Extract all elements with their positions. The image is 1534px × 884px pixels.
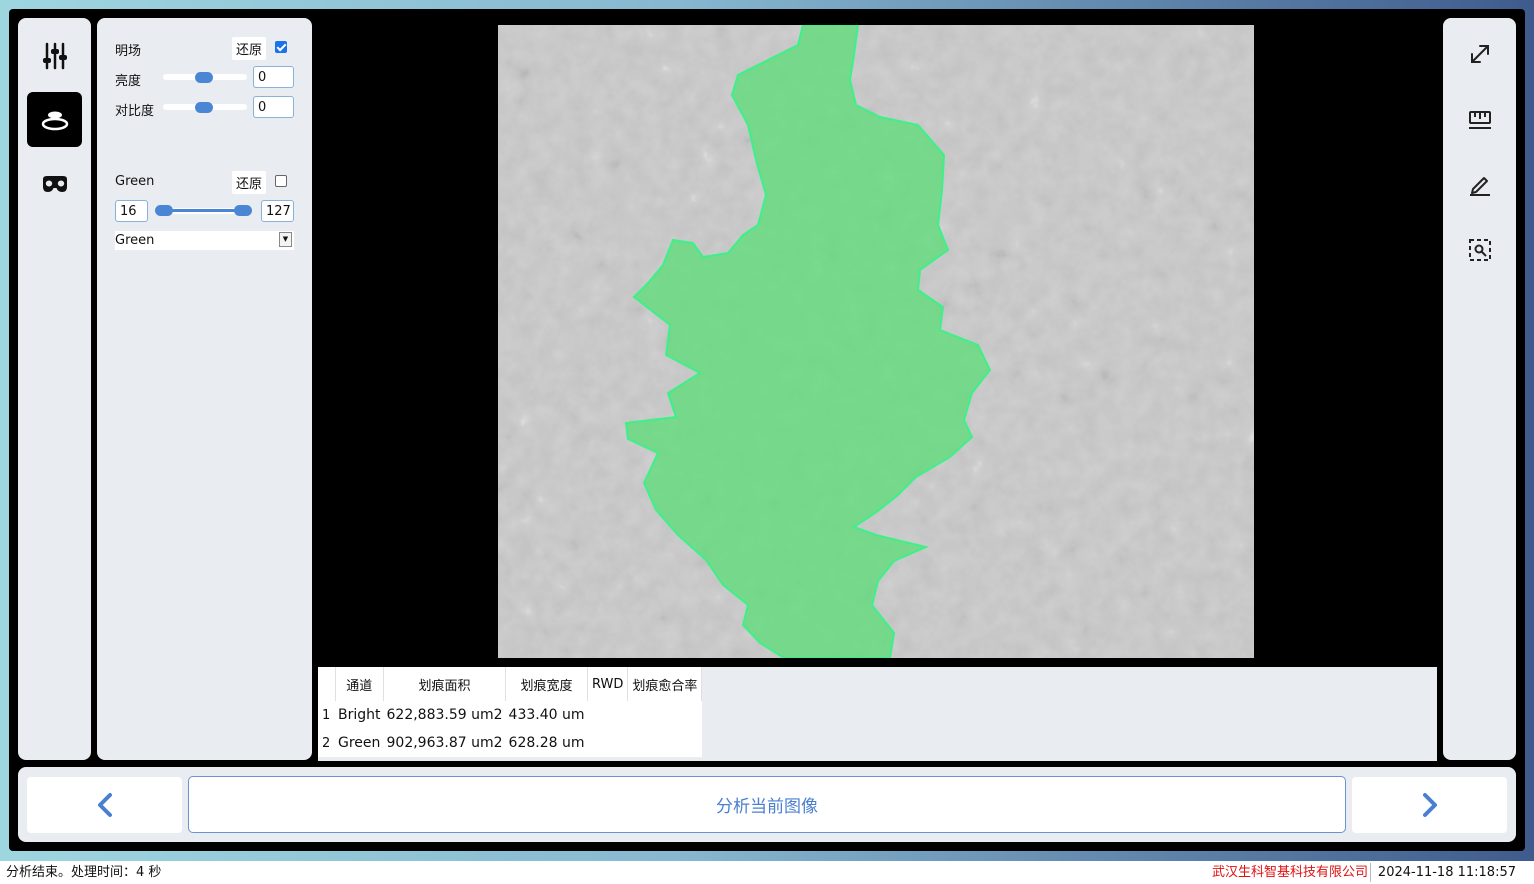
channel-tool-button[interactable] [27, 92, 82, 147]
microscope-image-view[interactable] [498, 25, 1254, 658]
analyze-current-image-button[interactable]: 分析当前图像 [188, 776, 1346, 833]
green-max-input[interactable]: 127 [261, 200, 294, 222]
adjust-tool-button[interactable] [27, 28, 82, 83]
sliders-icon [42, 42, 67, 69]
rwd-cell [587, 729, 627, 757]
status-divider [1370, 863, 1371, 882]
channel-cell: Green [338, 735, 381, 751]
width-cell: 628.28 um [508, 735, 585, 751]
channel-cell: Bright [338, 707, 381, 723]
column-header-rwd[interactable]: RWD [587, 667, 629, 701]
ruler-icon[interactable] [1467, 106, 1493, 132]
green-color-select[interactable]: Green ▼ [115, 231, 294, 250]
green-reset-checkbox[interactable] [275, 175, 287, 187]
mask-tool-button[interactable] [27, 156, 82, 211]
status-bar: 分析结束。处理时间：4 秒 武汉生科智基科技有限公司 2024-11-18 11… [0, 861, 1534, 884]
column-header-rate[interactable]: 划痕愈合率 [627, 667, 703, 701]
previous-image-button[interactable] [27, 777, 182, 833]
green-min-input[interactable]: 16 [115, 200, 148, 222]
area-cell: 622,883.59 um2 [386, 707, 503, 723]
green-channel-label: Green [115, 174, 155, 189]
status-datetime: 2024-11-18 11:18:57 [1377, 865, 1516, 880]
brightness-label: 亮度 [115, 74, 142, 89]
contrast-slider-thumb[interactable] [195, 102, 213, 113]
mask-icon [42, 175, 67, 192]
rate-cell [628, 729, 702, 757]
brightness-input[interactable]: 0 [253, 66, 294, 88]
fullscreen-icon[interactable] [1467, 41, 1493, 67]
bottom-action-bar: 分析当前图像 [18, 767, 1516, 842]
results-table: 通道 划痕面积 划痕宽度 RWD 划痕愈合率 1 Bright 622,883.… [318, 667, 703, 757]
company-name: 武汉生科智基科技有限公司 [1211, 865, 1368, 880]
green-reset-button[interactable]: 还原 [232, 171, 267, 194]
column-header-channel[interactable]: 通道 [335, 667, 384, 701]
chevron-right-icon [1422, 793, 1437, 817]
chevron-left-icon [97, 793, 112, 817]
region-select-icon[interactable] [1467, 237, 1493, 263]
green-range-fill [163, 209, 243, 212]
row-index-header [318, 667, 336, 701]
row-index: 1 [322, 707, 331, 723]
green-color-select-value: Green [115, 233, 155, 248]
cell-image [498, 25, 1254, 658]
status-message: 分析结束。处理时间：4 秒 [6, 865, 162, 880]
contrast-label: 对比度 [115, 104, 155, 119]
brightfield-reset-checkbox[interactable] [275, 41, 287, 53]
area-cell: 902,963.87 um2 [386, 735, 503, 751]
results-table-area: 通道 划痕面积 划痕宽度 RWD 划痕愈合率 1 Bright 622,883.… [318, 667, 1437, 761]
channel-settings-panel: 明场 还原 亮度 0 对比度 0 Green 还原 16 127 Green ▼ [97, 18, 312, 760]
brightfield-label: 明场 [115, 44, 142, 59]
row-index: 2 [322, 735, 331, 751]
rate-cell [628, 701, 702, 729]
chevron-down-icon: ▼ [279, 232, 292, 247]
next-image-button[interactable] [1352, 777, 1507, 833]
brightness-slider-thumb[interactable] [195, 72, 213, 83]
brightfield-reset-button[interactable]: 还原 [232, 37, 267, 60]
right-tool-rail [1443, 18, 1516, 760]
column-header-area[interactable]: 划痕面积 [383, 667, 507, 701]
left-tool-rail [18, 18, 91, 760]
rwd-cell [587, 701, 627, 729]
green-min-thumb[interactable] [155, 205, 173, 216]
contrast-input[interactable]: 0 [253, 96, 294, 118]
column-header-width[interactable]: 划痕宽度 [505, 667, 588, 701]
disc-stack-icon [41, 111, 68, 130]
pencil-icon[interactable] [1467, 171, 1493, 197]
table-row[interactable]: 1 Bright 622,883.59 um2 433.40 um [318, 701, 702, 729]
table-row[interactable]: 2 Green 902,963.87 um2 628.28 um [318, 729, 702, 757]
green-max-thumb[interactable] [234, 205, 252, 216]
width-cell: 433.40 um [508, 707, 585, 723]
